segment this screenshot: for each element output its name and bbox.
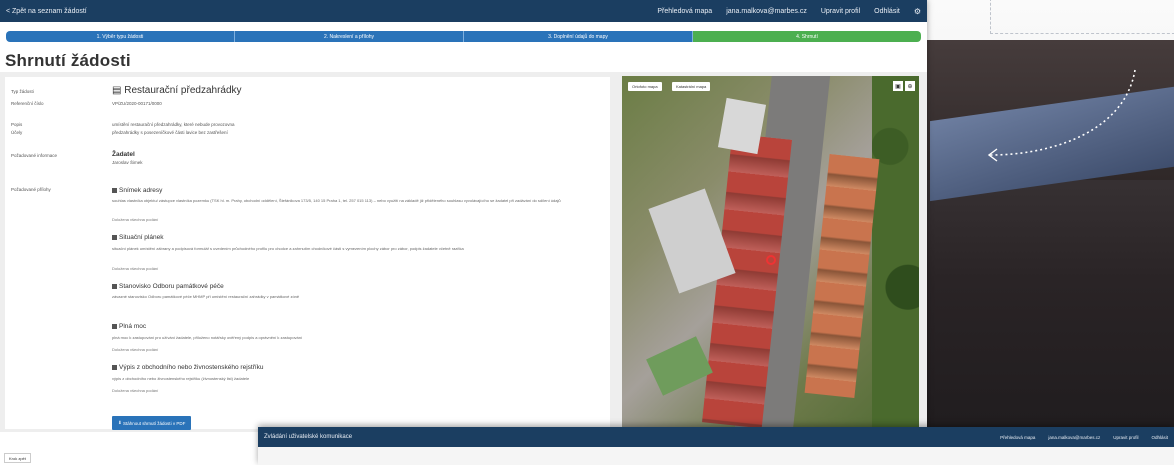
place-label: Účely <box>11 130 23 135</box>
checkbox-icon <box>112 364 117 370</box>
section-title: Stanovisko Odboru památkové péče <box>112 283 224 290</box>
dotted-arrow <box>987 69 1136 162</box>
nav-edit-profile[interactable]: Upravit profil <box>821 8 860 15</box>
ref-value: VP/ZU/2020-00171/0000 <box>112 101 162 106</box>
map-building <box>646 336 713 396</box>
layers-icon[interactable]: ▣ <box>893 81 903 91</box>
user-nav: Přehledová mapa jana.malkova@marbes.cz U… <box>657 7 921 16</box>
type-label: Typ žádosti <box>11 89 34 94</box>
secondary-window: Zvládání uživatelské komunikace Přehledo… <box>258 427 1174 465</box>
section-title: Snímek adresy <box>112 187 162 194</box>
purpose-value: umístění restaurační předzahrádky, které… <box>112 122 235 127</box>
secondary-title: Zvládání uživatelské komunikace <box>264 434 353 440</box>
contact-name: Žadatel <box>112 151 135 158</box>
document-icon: ▤ <box>112 85 125 96</box>
ref-label: Referenční číslo <box>11 101 44 106</box>
step-back-button[interactable]: Krok zpět <box>4 453 31 463</box>
back-link[interactable]: < Zpět na seznam žádostí <box>6 8 657 15</box>
map-building <box>648 188 736 294</box>
settings-icon[interactable]: ⚙ <box>914 7 921 16</box>
main-window: < Zpět na seznam žádostí Přehledová mapa… <box>0 0 927 465</box>
type-value-text: Restaurační předzahrádky <box>124 85 242 96</box>
checkbox-icon <box>112 187 117 193</box>
content-area: Typ žádosti ▤ Restaurační předzahrádky R… <box>0 72 927 432</box>
section-text: plná moc k zastupování pro užívání žadat… <box>112 335 303 340</box>
section-status[interactable]: Doložena všechna podání <box>112 388 158 393</box>
map-marker-icon[interactable] <box>766 255 776 265</box>
ortho-map-button[interactable]: Ortofoto mapa <box>628 82 662 91</box>
progress-stepper: 1. Výběr typu žádosti 2. Nakreslení a př… <box>6 31 921 42</box>
section-text: závazné stanovisko Odboru památkové péče… <box>112 294 300 299</box>
nav-edit-profile[interactable]: Upravit profil <box>1113 435 1138 440</box>
map-trees <box>872 76 919 428</box>
contact-label: Požadované informace <box>11 153 58 158</box>
checkbox-icon <box>112 234 117 240</box>
section-status[interactable]: Doložena všechna podání <box>112 347 158 352</box>
section-text: situační plánek umístění zábrany a podpi… <box>112 246 464 251</box>
nav-logout[interactable]: Odhlásit <box>874 8 900 15</box>
place-value: předzahrádky s posezeníčkové části lavic… <box>112 130 228 135</box>
top-navbar: < Zpět na seznam žádostí Přehledová mapa… <box>0 0 927 22</box>
nav-logout[interactable]: Odhlásit <box>1151 435 1168 440</box>
section-title: Výpis z obchodního nebo živnostenského r… <box>112 364 264 371</box>
map-building <box>717 97 767 155</box>
nav-user-email[interactable]: jana.malkova@marbes.cz <box>1048 435 1100 440</box>
attachments-label: Požadované přílohy <box>11 187 51 192</box>
fullscreen-icon[interactable]: ⊕ <box>905 81 915 91</box>
nav-overview-map[interactable]: Přehledová mapa <box>1000 435 1035 440</box>
cadastral-map-button[interactable]: Katastrální mapa <box>672 82 711 91</box>
step-4[interactable]: 4. Shrnutí <box>693 31 921 42</box>
contact-sub: Jaroslav Šimek <box>112 160 143 165</box>
step-1[interactable]: 1. Výběr typu žádosti <box>6 31 235 42</box>
section-text: souhlas vlastníka objektu/ zástupce vlas… <box>112 198 561 203</box>
section-title: Plná moc <box>112 323 146 330</box>
download-pdf-button[interactable]: ⬇ Stáhnout shrnutí žádosti v PDF <box>112 416 192 430</box>
type-value: ▤ Restaurační předzahrádky <box>112 85 242 96</box>
section-text: výpis z obchodního nebo živnostenského r… <box>112 376 250 381</box>
nav-user-email[interactable]: jana.malkova@marbes.cz <box>726 8 807 15</box>
secondary-navbar: Zvládání uživatelské komunikace Přehledo… <box>258 427 1174 447</box>
step-2[interactable]: 2. Nakreslení a přílohy <box>235 31 464 42</box>
checkbox-icon <box>112 323 117 329</box>
section-title: Situační plánek <box>112 234 163 241</box>
summary-panel: Typ žádosti ▤ Restaurační předzahrádky R… <box>5 77 610 430</box>
nav-overview-map[interactable]: Přehledová mapa <box>657 8 712 15</box>
page-title: Shrnutí žádosti <box>5 51 131 70</box>
step-3[interactable]: 3. Doplnění údajů do mapy <box>464 31 693 42</box>
checkbox-icon <box>112 283 117 289</box>
dashed-frame <box>990 0 1174 34</box>
purpose-label: Popis <box>11 122 23 127</box>
section-status[interactable]: Doložena všechna podání <box>112 217 158 222</box>
map-view[interactable]: Ortofoto mapa Katastrální mapa ▣ ⊕ <box>622 76 919 428</box>
section-status[interactable]: Doložena všechna podání <box>112 266 158 271</box>
secondary-user-nav: Přehledová mapa jana.malkova@marbes.cz U… <box>1000 435 1168 440</box>
